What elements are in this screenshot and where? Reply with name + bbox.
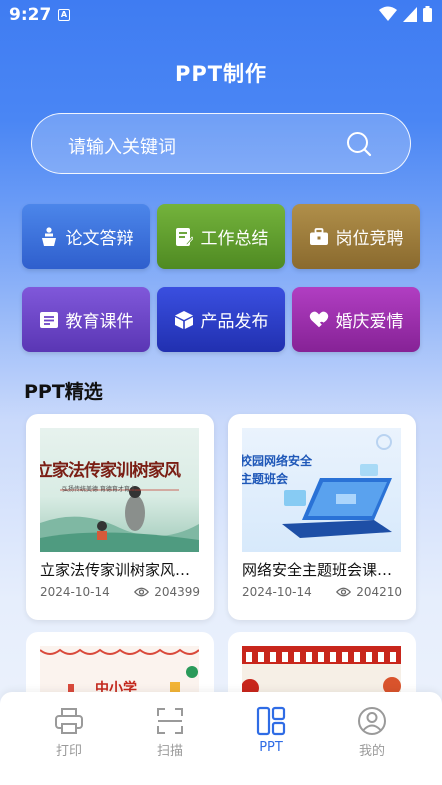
bottom-tab-bar: 打印 扫描 PPT 我的 (0, 692, 442, 785)
tab-ppt[interactable]: PPT (231, 706, 311, 755)
scan-icon (157, 708, 183, 734)
tab-label: 我的 (358, 744, 385, 759)
category-label: 岗位竞聘 (335, 229, 404, 249)
category-label: 婚庆爱情 (335, 312, 404, 332)
category-label: 工作总结 (200, 229, 269, 249)
thumbnail-subheading: 主题班会 (242, 472, 289, 486)
view-count-value: 204210 (356, 585, 402, 599)
box-icon (174, 310, 194, 330)
thumbnail-heading: 校园网络安全 (242, 454, 313, 468)
ppt-card[interactable]: 校园网络安全 主题班会 网络安全主题班会课件… 2024-10-14 20421… (228, 414, 416, 620)
category-thesis-defense[interactable]: 论文答辩 (22, 204, 150, 269)
wifi-icon (379, 6, 397, 21)
search-input[interactable]: 请输入关键词 (68, 133, 176, 159)
status-bar: 9:27 A (0, 0, 442, 30)
card-date: 2024-10-14 (242, 585, 312, 599)
card-title: 立家法传家训树家风传家… (40, 561, 202, 579)
ppt-card[interactable]: 立家法传家训树家风 弘扬传统美德 育德育才育人 立家法传家训树家风传家… 202… (26, 414, 214, 620)
category-product-launch[interactable]: 产品发布 (157, 287, 285, 352)
ppt-thumbnail: 校园网络安全 主题班会 (242, 428, 401, 552)
book-icon (39, 310, 59, 330)
section-title: PPT精选 (24, 381, 103, 403)
tab-label: PPT (259, 740, 283, 755)
tab-print[interactable]: 打印 (29, 706, 109, 759)
printer-icon (55, 708, 83, 734)
ppt-thumbnail: 立家法传家训树家风 弘扬传统美德 育德育才育人 (40, 428, 199, 552)
card-title: 网络安全主题班会课件… (242, 561, 404, 579)
category-label: 教育课件 (65, 312, 134, 332)
briefcase-icon (309, 227, 329, 247)
category-wedding-love[interactable]: 婚庆爱情 (292, 287, 420, 352)
category-label: 论文答辩 (65, 229, 134, 249)
page-title: PPT制作 (174, 62, 268, 86)
status-icons (379, 6, 432, 22)
battery-icon (423, 6, 432, 22)
user-icon (358, 707, 386, 735)
view-count: 204210 (336, 585, 402, 599)
category-job-competition[interactable]: 岗位竞聘 (292, 204, 420, 269)
search-icon[interactable] (346, 131, 372, 161)
signal-icon (403, 6, 417, 22)
view-count-value: 204399 (154, 585, 200, 599)
category-work-summary[interactable]: 工作总结 (157, 204, 285, 269)
thumbnail-heading: 立家法传家训树家风 (40, 461, 181, 481)
status-time: 9:27 (9, 5, 52, 25)
view-count: 204399 (134, 585, 200, 599)
layout-icon (256, 706, 286, 736)
card-date: 2024-10-14 (40, 585, 110, 599)
podium-icon (39, 226, 59, 247)
document-edit-icon (174, 227, 194, 247)
category-label: 产品发布 (200, 312, 269, 332)
search-bar[interactable]: 请输入关键词 (31, 113, 411, 174)
tab-scan[interactable]: 扫描 (130, 706, 210, 759)
tab-label: 打印 (55, 744, 82, 759)
tab-label: 扫描 (156, 744, 183, 759)
tab-mine[interactable]: 我的 (332, 706, 412, 759)
notification-a-icon: A (58, 9, 70, 21)
thumbnail-subheading: 弘扬传统美德 育德育才育人 (62, 486, 136, 493)
eye-icon (134, 587, 150, 597)
eye-icon (336, 587, 352, 597)
heart-icon (309, 310, 329, 330)
category-education-courseware[interactable]: 教育课件 (22, 287, 150, 352)
thumbnail-artwork (282, 434, 392, 538)
